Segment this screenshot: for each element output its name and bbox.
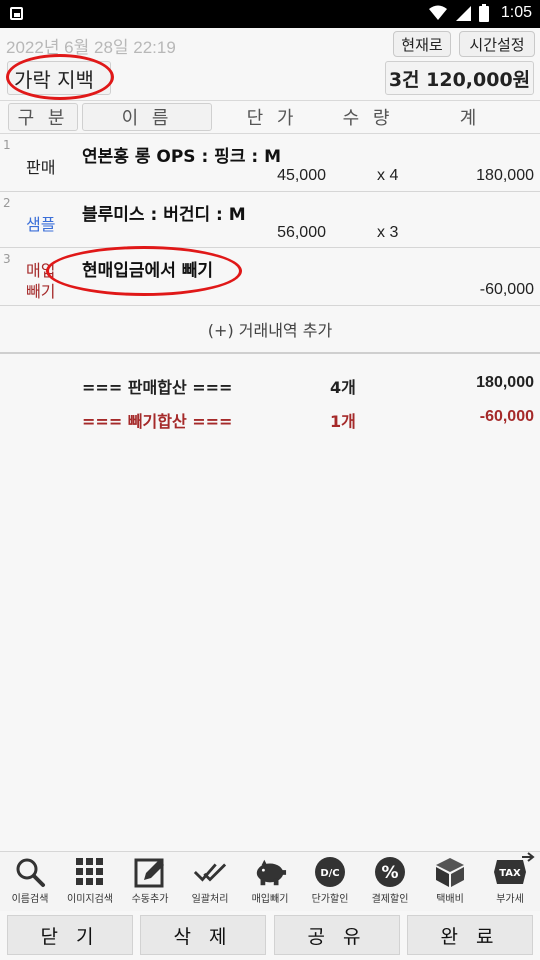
- item-price: 56,000: [277, 224, 326, 241]
- customer-name[interactable]: 가락 지백: [7, 61, 111, 95]
- list-item[interactable]: 1 판매 연본홍 롱 OPS : 핑크 : M 45,000 x 4 180,0…: [0, 134, 540, 192]
- list-item[interactable]: 2 샘플 블루미스 : 버건디 : M 56,000 x 3: [0, 192, 540, 248]
- sales-sum-count: 4개: [330, 378, 356, 397]
- item-quantity: x 4: [377, 167, 399, 184]
- item-number: 3: [3, 252, 11, 266]
- tool-batch-process[interactable]: 일괄처리: [180, 856, 240, 910]
- tool-manual-add[interactable]: 수동추가: [120, 856, 180, 910]
- tool-label: 일괄처리: [191, 894, 229, 905]
- svg-text:D/C: D/C: [320, 868, 339, 879]
- share-button[interactable]: 공 유: [274, 915, 400, 955]
- box-icon: [436, 858, 464, 887]
- deduct-sum-total: -60,000: [479, 408, 534, 425]
- tool-label: 단가할인: [311, 894, 349, 905]
- item-number: 1: [3, 138, 11, 152]
- item-name: 연본홍 롱 OPS : 핑크 : M: [82, 147, 282, 167]
- action-toolbar: 이름검색 이미지검색 수동추가 일괄처리 매입빼기 D/C 단가할인 % 결제할…: [0, 851, 540, 911]
- tool-payment-discount[interactable]: % 결제할인: [360, 856, 420, 910]
- item-name: 현매입금에서 빼기: [82, 261, 214, 281]
- column-header: 구 분 이 름 단 가 수 량 계: [0, 100, 540, 134]
- sales-sum-total: 180,000: [476, 374, 534, 391]
- tool-label: 이미지검색: [67, 894, 113, 905]
- add-transaction-button[interactable]: (+) 거래내역 추가: [0, 306, 540, 354]
- tool-delivery-fee[interactable]: 택배비: [420, 856, 480, 910]
- tool-label: 수동추가: [131, 894, 169, 905]
- column-unit-price: 단 가: [246, 108, 298, 129]
- gallery-notification-icon: [10, 7, 23, 20]
- item-type: 판매: [26, 158, 56, 177]
- double-check-icon: [193, 863, 227, 882]
- tool-label: 결제할인: [371, 894, 409, 905]
- sales-sum-label: === 판매합산 ===: [82, 378, 233, 397]
- tool-purchase-deduct[interactable]: 매입빼기: [240, 856, 300, 910]
- piggy-bank-icon: [256, 859, 287, 886]
- arrow-right-icon: [522, 852, 535, 862]
- tool-unit-discount[interactable]: D/C 단가할인: [300, 856, 360, 910]
- dc-badge-icon: D/C: [315, 857, 345, 887]
- deduct-sum-count: 1개: [330, 412, 356, 431]
- done-button[interactable]: 완 료: [407, 915, 533, 955]
- clock: 1:05: [500, 4, 532, 21]
- battery-icon: [478, 4, 489, 22]
- close-button[interactable]: 닫 기: [7, 915, 133, 955]
- sales-sum-row: === 판매합산 === 4개 180,000: [0, 374, 540, 398]
- tool-vat[interactable]: TAX 부가세: [480, 852, 540, 910]
- deduct-sum-row: === 빼기합산 === 1개 -60,000: [0, 408, 540, 432]
- tool-name-search[interactable]: 이름검색: [0, 856, 60, 910]
- status-bar: 1:05: [0, 0, 540, 28]
- item-number: 2: [3, 196, 11, 210]
- item-amount: -60,000: [479, 281, 534, 298]
- date-row: 2022년 6월 28일 22:19 현재로 시간설정: [0, 28, 540, 60]
- column-type[interactable]: 구 분: [8, 103, 78, 131]
- item-quantity: x 3: [377, 224, 399, 241]
- tool-label: 이름검색: [11, 894, 49, 905]
- transaction-datetime: 2022년 6월 28일 22:19: [6, 38, 176, 57]
- column-quantity: 수 량: [342, 108, 394, 129]
- tool-label: 부가세: [496, 894, 524, 905]
- tool-image-search[interactable]: 이미지검색: [60, 856, 120, 910]
- item-type-line2: 빼기: [26, 282, 56, 301]
- item-price: 45,000: [277, 167, 326, 184]
- search-icon: [16, 858, 45, 887]
- tool-label: 매입빼기: [251, 894, 289, 905]
- item-type: 샘플: [26, 215, 56, 234]
- tax-icon: TAX: [494, 860, 526, 884]
- signal-icon: [455, 6, 471, 21]
- item-name: 블루미스 : 버건디 : M: [82, 205, 246, 225]
- deduct-sum-label: === 빼기합산 ===: [82, 412, 233, 431]
- delete-button[interactable]: 삭 제: [140, 915, 266, 955]
- summary-total: 3건 120,000원: [385, 61, 534, 95]
- list-item[interactable]: 3 매입 빼기 현매입금에서 빼기 -60,000: [0, 248, 540, 306]
- svg-text:%: %: [381, 863, 398, 883]
- item-amount: 180,000: [476, 167, 534, 184]
- grid-icon: [76, 858, 103, 885]
- percent-badge-icon: %: [375, 857, 405, 887]
- time-setting-button[interactable]: 시간설정: [459, 31, 535, 57]
- wifi-icon: [428, 5, 447, 20]
- column-total: 계: [459, 108, 481, 129]
- column-name[interactable]: 이 름: [82, 103, 212, 131]
- edit-icon: [134, 858, 164, 888]
- now-button[interactable]: 현재로: [393, 31, 451, 57]
- tool-label: 택배비: [436, 894, 464, 905]
- svg-text:TAX: TAX: [499, 868, 521, 879]
